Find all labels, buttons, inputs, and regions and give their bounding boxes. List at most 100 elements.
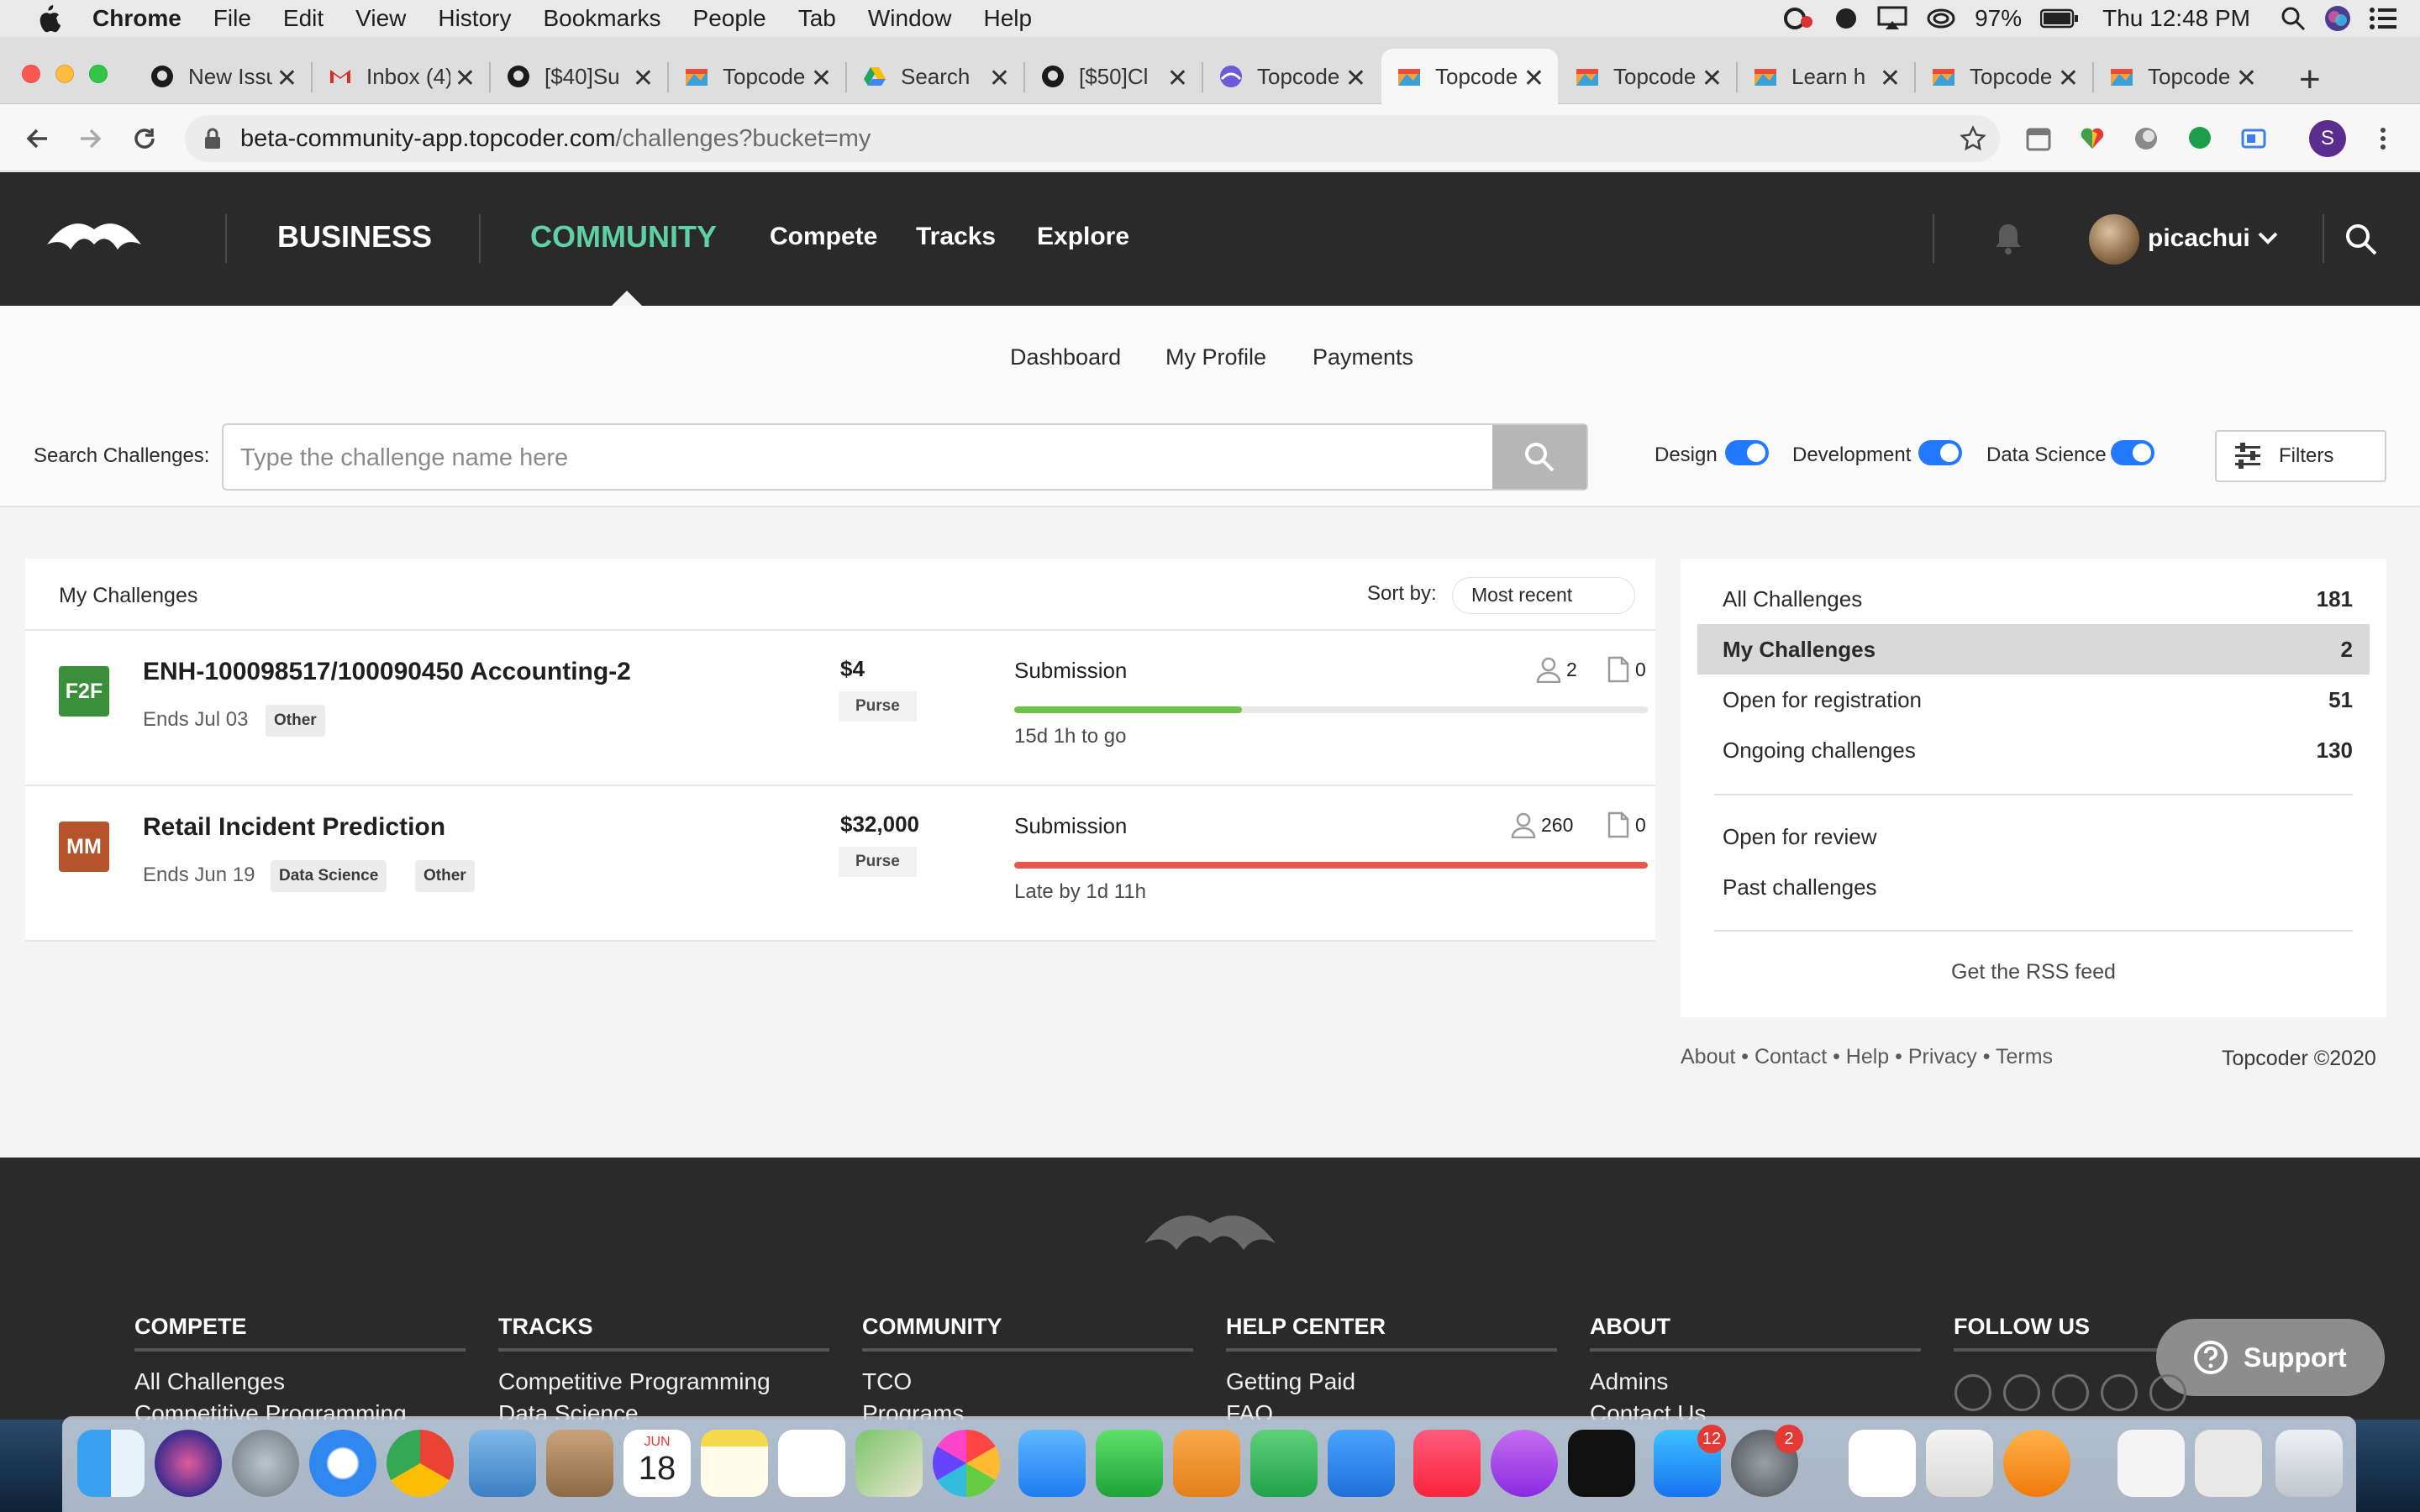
rss-feed-link[interactable]: Get the RSS feed — [1681, 960, 2386, 984]
droplet-icon[interactable] — [1833, 6, 1859, 31]
linkedin-icon[interactable] — [2052, 1374, 2089, 1411]
bucket-ongoing-challenges[interactable]: Ongoing challenges 130 — [1697, 725, 2370, 775]
photos-icon[interactable] — [933, 1430, 1000, 1497]
extension-hangouts-icon[interactable] — [2186, 125, 2213, 152]
slack-icon[interactable] — [1849, 1430, 1916, 1497]
menu-people[interactable]: People — [693, 5, 766, 32]
data-science-toggle[interactable] — [2111, 440, 2154, 465]
browser-tab[interactable]: Topcoder ✕ — [1560, 49, 1736, 104]
tab-close-icon[interactable]: ✕ — [811, 64, 832, 93]
footer-link[interactable]: Getting Paid — [1226, 1368, 1557, 1395]
search-icon[interactable] — [2344, 223, 2378, 256]
challenge-row[interactable]: MM Retail Incident Prediction Ends Jun 19 D… — [25, 786, 1655, 942]
development-toggle[interactable] — [1918, 440, 1962, 465]
tab-close-icon[interactable]: ✕ — [1880, 64, 1901, 93]
youtube-icon[interactable] — [2003, 1374, 2040, 1411]
reload-icon[interactable] — [129, 123, 160, 154]
apple-tv-icon[interactable] — [1568, 1430, 1635, 1497]
challenge-title[interactable]: Retail Incident Prediction — [143, 813, 445, 842]
launchpad-icon[interactable] — [232, 1430, 299, 1497]
browser-tab[interactable]: [$40]Su ✕ — [491, 49, 667, 104]
lock-icon[interactable] — [203, 127, 222, 150]
new-tab-button[interactable]: + — [2299, 59, 2321, 101]
footer-mini-links[interactable]: About • Contact • Help • Privacy • Terms — [1681, 1045, 2053, 1069]
browser-tab[interactable]: Topcoder ✕ — [1916, 49, 2092, 104]
tab-close-icon[interactable]: ✕ — [1345, 64, 1366, 93]
menu-window[interactable]: Window — [868, 5, 952, 32]
topcoder-logo-icon[interactable] — [45, 216, 143, 260]
menubar-clock[interactable]: Thu 12:48 PM — [2102, 5, 2250, 32]
bucket-all-challenges[interactable]: All Challenges 181 — [1697, 574, 2370, 624]
tab-close-icon[interactable]: ✕ — [455, 64, 476, 93]
address-bar[interactable]: beta-community-app.topcoder.com/challeng… — [185, 115, 2000, 162]
tab-close-icon[interactable]: ✕ — [633, 64, 654, 93]
challenge-tag[interactable]: Other — [266, 705, 325, 737]
bucket-open-for-review[interactable]: Open for review — [1697, 811, 2370, 862]
registrants-count[interactable]: 2 — [1536, 656, 1577, 683]
chrome-icon[interactable] — [387, 1430, 454, 1497]
twitter-icon[interactable] — [2101, 1374, 2138, 1411]
siri-icon[interactable] — [155, 1430, 222, 1497]
menu-bookmarks[interactable]: Bookmarks — [543, 5, 660, 32]
forward-arrow-icon[interactable] — [76, 123, 106, 154]
browser-tab[interactable]: Search ✕ — [847, 49, 1023, 104]
browser-tab[interactable]: Topcoder ✕ — [1203, 49, 1380, 104]
username[interactable]: picachui — [2148, 224, 2250, 253]
textedit-icon[interactable] — [1926, 1430, 1993, 1497]
track-badge[interactable]: F2F — [59, 666, 109, 717]
tab-close-icon[interactable]: ✕ — [1523, 64, 1544, 93]
reminders-icon[interactable] — [778, 1430, 845, 1497]
chrome-menu-icon[interactable] — [2370, 125, 2396, 152]
pages-icon[interactable] — [1173, 1430, 1240, 1497]
document-file-icon[interactable] — [2118, 1430, 2185, 1497]
calendar-icon[interactable]: JUN 18 — [623, 1430, 691, 1497]
music-icon[interactable] — [1413, 1430, 1481, 1497]
books-icon[interactable] — [2003, 1430, 2070, 1497]
notes-icon[interactable] — [701, 1430, 768, 1497]
subnav-payments[interactable]: Payments — [1313, 344, 1413, 370]
track-badge[interactable]: MM — [59, 822, 109, 872]
numbers-icon[interactable] — [1250, 1430, 1318, 1497]
challenge-search-input[interactable] — [240, 437, 1501, 479]
menu-tab[interactable]: Tab — [798, 5, 836, 32]
nav-compete[interactable]: Compete — [770, 223, 877, 251]
spotlight-icon[interactable] — [2281, 6, 2306, 31]
extension-circle-icon[interactable] — [2133, 125, 2160, 152]
challenge-tag[interactable]: Data Science — [271, 860, 387, 892]
mail-icon[interactable] — [469, 1430, 536, 1497]
nav-explore[interactable]: Explore — [1037, 223, 1129, 251]
safari-icon[interactable] — [309, 1430, 376, 1497]
tab-close-icon[interactable]: ✕ — [2058, 64, 2079, 93]
extension-heart-icon[interactable] — [2079, 125, 2106, 152]
back-arrow-icon[interactable] — [22, 123, 52, 154]
business-link[interactable]: BUSINESS — [277, 219, 432, 255]
tab-close-icon[interactable]: ✕ — [1167, 64, 1188, 93]
maps-icon[interactable] — [855, 1430, 923, 1497]
tab-close-icon[interactable]: ✕ — [989, 64, 1010, 93]
browser-tab[interactable]: [$50]Cl ✕ — [1025, 49, 1202, 104]
browser-tab[interactable]: Topcoder ✕ — [2094, 49, 2270, 104]
submissions-count[interactable]: 0 — [1607, 811, 1646, 838]
menu-edit[interactable]: Edit — [283, 5, 324, 32]
browser-tab[interactable]: Learn h ✕ — [1738, 49, 1914, 104]
messages-icon[interactable] — [1018, 1430, 1086, 1497]
extension-calendar-icon[interactable] — [2025, 125, 2052, 152]
creative-cloud-icon[interactable] — [1781, 6, 1815, 31]
profile-avatar[interactable]: S — [2309, 120, 2346, 157]
menu-history[interactable]: History — [438, 5, 511, 32]
facetime-icon[interactable] — [1096, 1430, 1163, 1497]
browser-tab[interactable]: Topcoder ✕ — [1381, 49, 1558, 104]
sort-select[interactable]: Most recent — [1452, 577, 1635, 614]
browser-tab[interactable]: Topcoder ✕ — [669, 49, 845, 104]
subnav-dashboard[interactable]: Dashboard — [1010, 344, 1121, 370]
challenge-tag[interactable]: Other — [415, 860, 475, 892]
challenge-title[interactable]: ENH-100098517/100090450 Accounting-2 — [143, 658, 631, 686]
menu-app-name[interactable]: Chrome — [92, 5, 182, 32]
minimize-window-button[interactable] — [55, 65, 74, 83]
wifi-icon[interactable] — [1926, 6, 1956, 31]
siri-icon[interactable] — [2324, 5, 2351, 32]
challenge-row[interactable]: F2F ENH-100098517/100090450 Accounting-2 E… — [25, 631, 1655, 786]
url-text[interactable]: beta-community-app.topcoder.com/challeng… — [240, 125, 871, 153]
contacts-icon[interactable] — [546, 1430, 613, 1497]
screenshot-file-icon[interactable] — [2195, 1430, 2262, 1497]
